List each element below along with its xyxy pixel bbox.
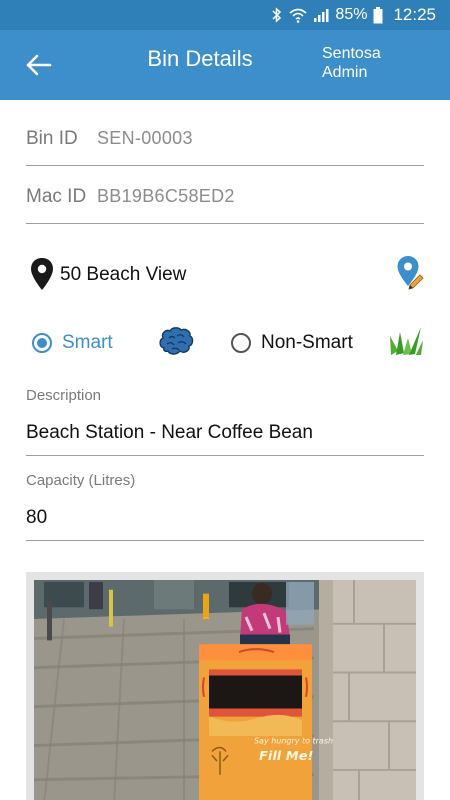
bin-id-label: Bin ID (26, 128, 78, 149)
smart-radio[interactable] (32, 333, 52, 353)
capacity-field[interactable]: Capacity (Litres) 80 (26, 472, 424, 541)
bin-id-value: SEN-00003 (97, 128, 193, 148)
mac-id-label: Mac ID (26, 186, 87, 207)
smart-label[interactable]: Smart (62, 332, 113, 354)
description-value[interactable]: Beach Station - Near Coffee Bean (26, 422, 313, 444)
mac-id-value: BB19B6C58ED2 (97, 186, 235, 206)
signal-icon (313, 7, 329, 23)
capacity-value[interactable]: 80 (26, 507, 47, 529)
grass-icon (388, 324, 424, 361)
mac-id-field: Mac ID BB19B6C58ED2 (26, 176, 424, 224)
wifi-icon (289, 7, 307, 23)
description-label: Description (26, 387, 102, 404)
location-text: 50 Beach View (60, 264, 187, 285)
bin-sticker-text: Fill Me! (259, 749, 313, 764)
brain-icon (158, 326, 194, 361)
bin-photo: Say hungry to trash Fill Me! (33, 580, 416, 800)
description-field[interactable]: Description Beach Station - Near Coffee … (26, 387, 424, 456)
capacity-label: Capacity (Litres) (26, 472, 136, 489)
edit-location-icon[interactable] (396, 255, 424, 296)
bin-photo-frame[interactable]: Say hungry to trash Fill Me! (26, 572, 424, 800)
clock: 12:25 (393, 5, 436, 24)
status-bar: 85% 12:25 (0, 0, 450, 30)
battery-icon (373, 6, 383, 24)
battery-percent: 85% (335, 6, 368, 23)
bluetooth-icon (271, 7, 283, 23)
app-bar: Bin Details Sentosa Admin (0, 30, 450, 100)
location-row: 50 Beach View (30, 255, 424, 295)
user-name[interactable]: Sentosa Admin (322, 44, 392, 82)
bin-id-field: Bin ID SEN-00003 (26, 118, 424, 166)
map-pin-icon (30, 257, 54, 296)
non-smart-label[interactable]: Non-Smart (261, 332, 353, 354)
non-smart-radio[interactable] (231, 333, 251, 353)
bin-type-selector: Smart Non-Smart (30, 322, 426, 362)
svg-text:Say hungry to trash: Say hungry to trash (254, 737, 333, 746)
